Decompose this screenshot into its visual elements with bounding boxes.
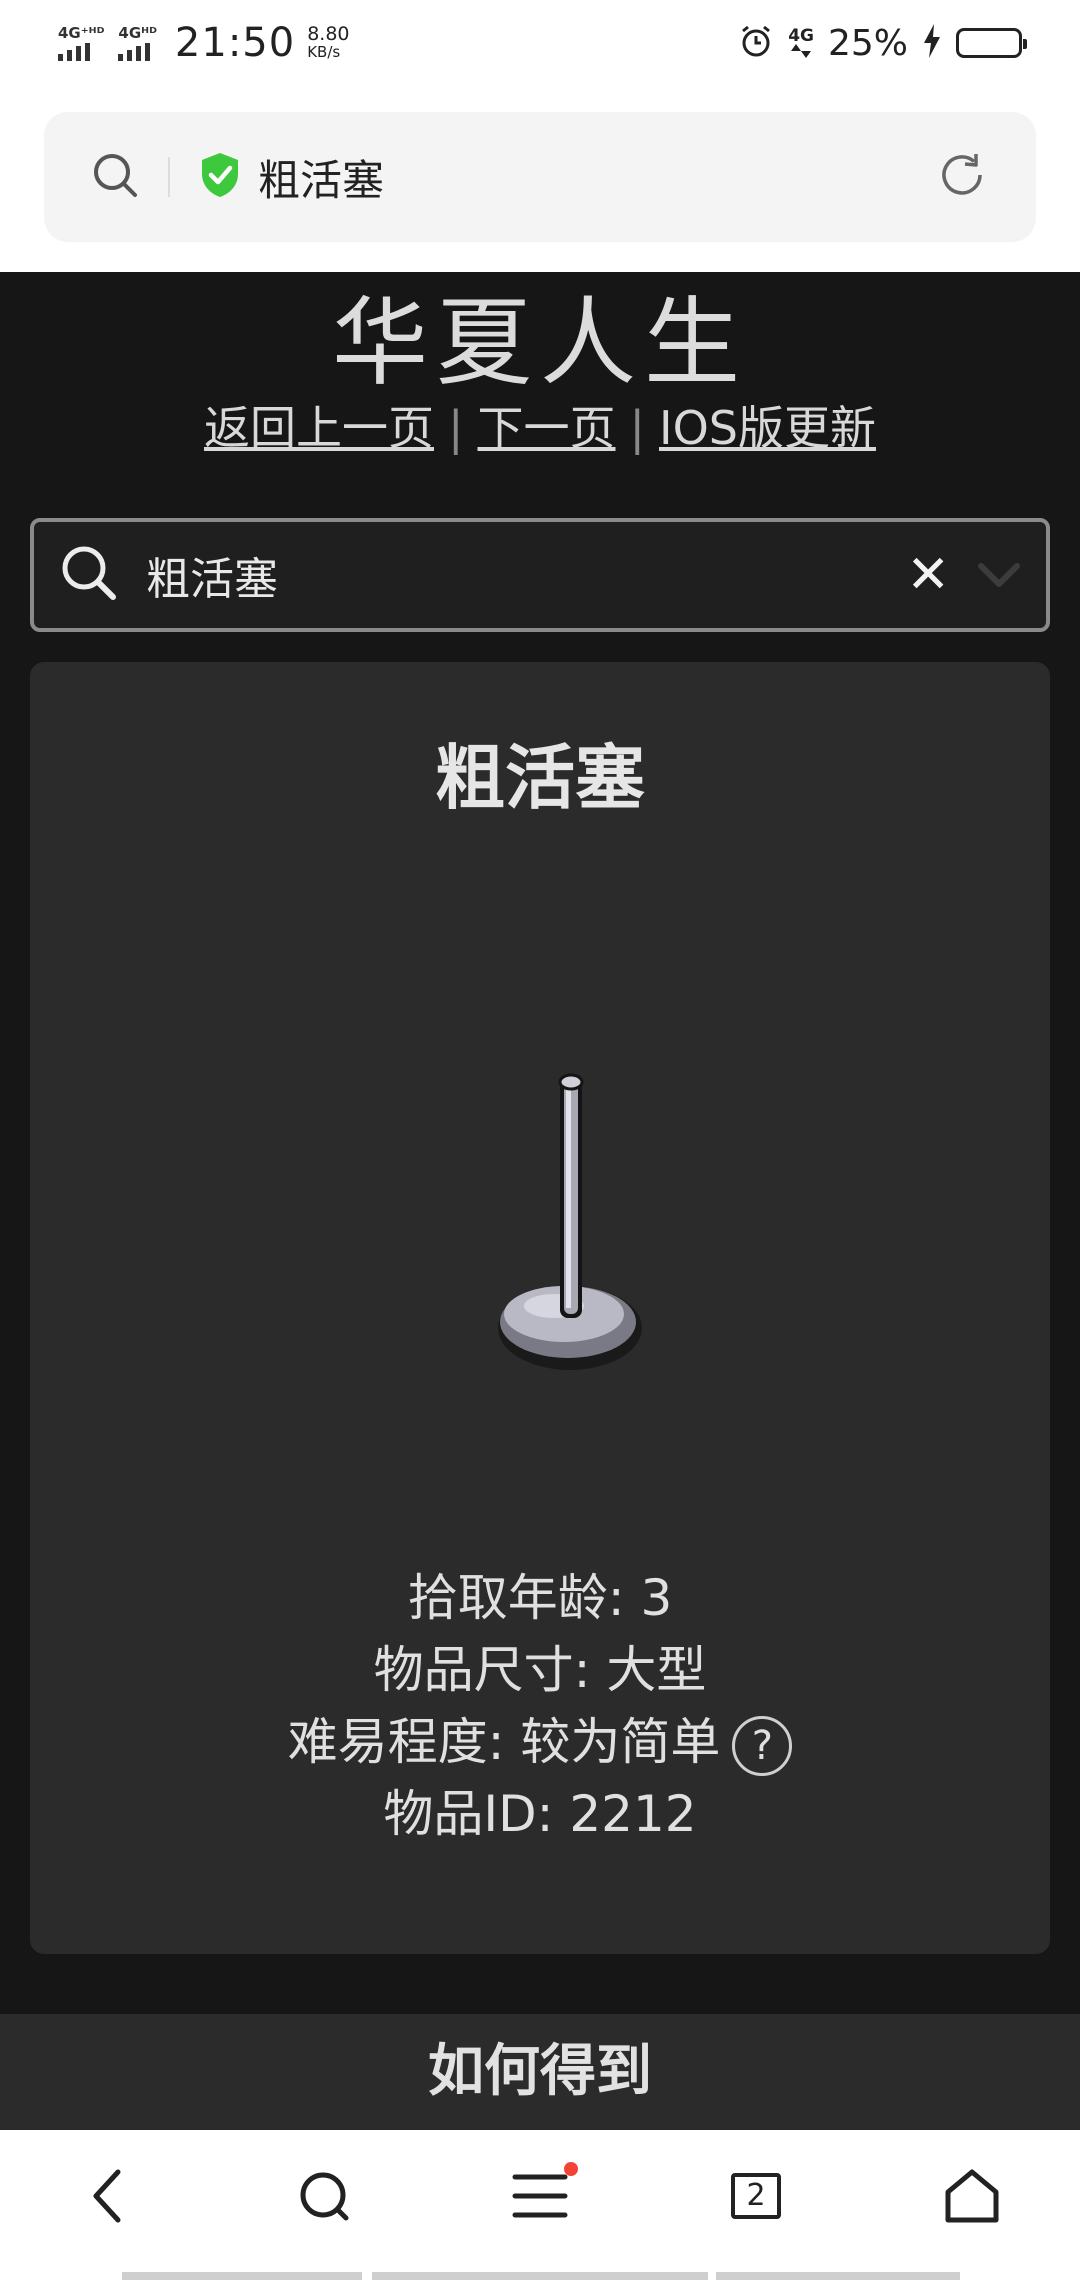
search-icon	[58, 542, 120, 608]
difficulty-row: 难易程度: 较为简单?	[30, 1706, 1050, 1778]
tab-count: 2	[731, 2173, 781, 2219]
browser-toolbar: 2	[0, 2130, 1080, 2280]
home-button[interactable]	[912, 2146, 1032, 2246]
secure-shield-icon	[200, 152, 240, 202]
chevron-left-icon	[93, 2169, 121, 2223]
tabs-button[interactable]: 2	[696, 2146, 816, 2246]
gesture-bar-segment	[716, 2272, 960, 2280]
site-title: 华夏人生	[332, 287, 748, 399]
notification-dot	[564, 2162, 578, 2176]
how-to-obtain-heading: 如何得到	[0, 2014, 1080, 2130]
back-button[interactable]	[48, 2146, 168, 2246]
back-link[interactable]: 返回上一页	[204, 401, 434, 455]
signal-bars-icon	[58, 43, 90, 61]
page-nav: 返回上一页 | 下一页 | IOS版更新	[0, 398, 1080, 458]
home-icon	[945, 2169, 999, 2223]
item-size: 物品尺寸: 大型	[373, 1641, 707, 1699]
pickup-age: 拾取年龄: 3	[407, 1569, 673, 1627]
gesture-bar-segment	[122, 2272, 362, 2280]
network-type-label: 4G⁺ᴴᴰ	[58, 24, 105, 42]
difficulty-help-button[interactable]: ?	[732, 1715, 793, 1776]
battery-percent: 25%	[827, 22, 908, 64]
search-icon	[300, 2172, 349, 2221]
network-type-label: 4G	[788, 26, 814, 46]
signal-bars-icon	[118, 43, 151, 61]
ios-update-link[interactable]: IOS版更新	[659, 401, 876, 455]
item-card: 粗活塞 拾取年龄: 3 物品尺寸: 大型 难易程度: 较为简单? 物品ID: 2…	[30, 662, 1050, 1954]
status-bar: 4G⁺ᴴᴰ 4Gᴴᴰ 21:50 8.80 KB/s 4G 25%	[0, 0, 1080, 86]
data-activity-icon: 4G	[788, 28, 814, 58]
chevron-down-icon[interactable]	[976, 560, 1022, 590]
difficulty: 难易程度: 较为简单	[287, 1713, 721, 1771]
battery-icon	[956, 28, 1027, 58]
next-page-link[interactable]: 下一页	[478, 401, 616, 455]
clock: 21:50	[174, 20, 296, 66]
item-title: 粗活塞	[435, 737, 645, 819]
network-type-label: 4Gᴴᴰ	[118, 24, 157, 42]
gesture-bar-segment	[372, 2272, 708, 2280]
alarm-icon	[738, 23, 774, 63]
signal-indicator-1: 4G⁺ᴴᴰ	[58, 25, 104, 61]
address-bar-divider	[168, 157, 170, 197]
signal-indicator-2: 4Gᴴᴰ	[118, 25, 157, 61]
charging-icon	[922, 24, 942, 62]
item-search-input[interactable]	[146, 549, 907, 601]
page-title-in-address-bar[interactable]: 粗活塞	[258, 147, 384, 208]
item-search-box: ✕	[30, 518, 1050, 632]
coarse-piston-image	[460, 1060, 660, 1384]
browser-header: 粗活塞	[0, 86, 1080, 272]
network-speed: 8.80 KB/s	[307, 23, 350, 62]
menu-icon	[512, 2174, 568, 2218]
item-id: 物品ID: 2212	[383, 1785, 697, 1843]
network-speed-unit: KB/s	[307, 43, 341, 61]
address-bar[interactable]: 粗活塞	[44, 112, 1036, 242]
item-stats: 拾取年龄: 3 物品尺寸: 大型 难易程度: 较为简单? 物品ID: 2212	[30, 1562, 1050, 1850]
nav-separator: |	[448, 401, 464, 455]
network-speed-value: 8.80	[307, 23, 350, 45]
nav-separator: |	[629, 401, 646, 455]
reload-icon[interactable]	[934, 147, 990, 207]
clear-search-button[interactable]: ✕	[906, 549, 950, 601]
search-button[interactable]	[264, 2146, 384, 2246]
search-icon[interactable]	[90, 150, 140, 204]
menu-button[interactable]	[480, 2146, 600, 2246]
